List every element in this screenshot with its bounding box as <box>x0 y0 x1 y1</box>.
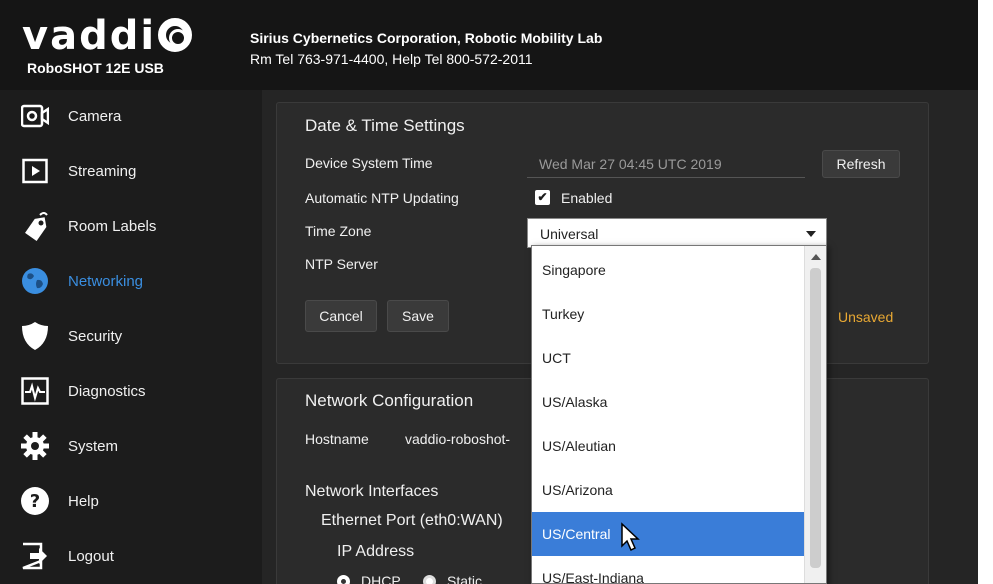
sidebar-item-logout[interactable]: Logout <box>0 536 245 576</box>
sidebar-item-label: Logout <box>68 547 114 565</box>
chevron-down-icon <box>806 231 816 237</box>
network-title: Network Configuration <box>305 391 474 410</box>
pulse-icon <box>20 376 50 406</box>
device-model: RoboSHOT 12E USB <box>27 60 164 76</box>
timezone-dropdown-list: Singapore Turkey UCT US/Alaska US/Aleuti… <box>531 245 827 584</box>
company-name: Sirius Cybernetics Corporation, Robotic … <box>250 30 603 46</box>
timezone-option-highlighted[interactable]: US/Central <box>532 512 804 556</box>
mouse-cursor-icon <box>621 522 640 552</box>
hostname-input[interactable]: vaddio-roboshot- <box>397 425 537 453</box>
datetime-title: Date & Time Settings <box>305 116 465 135</box>
sidebar-item-camera[interactable]: Camera <box>0 96 245 136</box>
dhcp-radio[interactable] <box>337 575 350 584</box>
shield-icon <box>20 321 50 351</box>
ntp-server-label: NTP Server <box>305 256 378 272</box>
sidebar-item-label: Room Labels <box>68 217 157 235</box>
timezone-label: Time Zone <box>305 223 372 239</box>
cancel-button[interactable]: Cancel <box>305 300 377 332</box>
timezone-option[interactable]: US/Aleutian <box>532 424 804 468</box>
interfaces-heading: Network Interfaces <box>305 483 439 500</box>
app-window: vaddi RoboSHOT 12E USB Sirius Cybernetic… <box>0 0 978 584</box>
ip-address-heading: IP Address <box>337 543 415 560</box>
gear-icon <box>20 431 50 461</box>
phone-numbers: Rm Tel 763-971-4400, Help Tel 800-572-20… <box>250 51 533 67</box>
svg-text:?: ? <box>30 491 40 512</box>
timezone-option[interactable]: US/East-Indiana <box>532 556 804 583</box>
camera-icon <box>20 101 50 131</box>
header: vaddi RoboSHOT 12E USB Sirius Cybernetic… <box>0 0 978 90</box>
ethernet-port-heading: Ethernet Port (eth0:WAN) <box>321 512 503 529</box>
timezone-option[interactable]: Singapore <box>532 248 804 292</box>
scrollbar-thumb[interactable] <box>810 268 821 568</box>
ntp-checkbox[interactable]: ✔ <box>535 190 550 205</box>
ntp-label: Automatic NTP Updating <box>305 190 459 206</box>
timezone-option[interactable]: US/Alaska <box>532 380 804 424</box>
logo-text: vadd <box>22 13 141 59</box>
tag-icon <box>20 211 50 241</box>
ntp-enabled-label: Enabled <box>561 190 613 206</box>
system-time-label: Device System Time <box>305 155 433 171</box>
globe-icon <box>20 266 50 296</box>
unsaved-status: Unsaved <box>838 309 894 325</box>
logo-ring <box>158 18 193 52</box>
system-time-value: Wed Mar 27 04:45 UTC 2019 <box>527 150 805 178</box>
sidebar-item-streaming[interactable]: Streaming <box>0 151 245 191</box>
sidebar-item-help[interactable]: ? Help <box>0 481 245 521</box>
sidebar-item-room-labels[interactable]: Room Labels <box>0 206 245 246</box>
timezone-option[interactable]: US/Arizona <box>532 468 804 512</box>
refresh-button[interactable]: Refresh <box>822 150 900 178</box>
save-button[interactable]: Save <box>387 300 449 332</box>
sidebar-item-label: Diagnostics <box>68 382 146 400</box>
timezone-option[interactable]: UCT <box>532 336 804 380</box>
sidebar-item-label: Streaming <box>68 162 137 180</box>
sidebar-item-security[interactable]: Security <box>0 316 245 356</box>
sidebar-item-system[interactable]: System <box>0 426 245 466</box>
sidebar-item-label: Networking <box>68 272 144 290</box>
sidebar-item-label: Help <box>68 492 99 510</box>
hostname-label: Hostname <box>305 431 369 447</box>
timezone-select[interactable]: Universal <box>527 218 827 248</box>
timezone-selected-value: Universal <box>540 226 599 242</box>
play-icon <box>20 156 50 186</box>
sidebar-item-networking[interactable]: Networking <box>0 261 245 301</box>
vaddio-logo: vaddi <box>22 13 193 59</box>
static-label: Static <box>447 573 483 584</box>
sidebar-item-label: Camera <box>68 107 122 125</box>
sidebar: Camera Streaming Room Labels Networking … <box>0 90 245 584</box>
scroll-up-arrow-icon[interactable] <box>811 254 821 260</box>
dhcp-label: DHCP <box>361 573 401 584</box>
help-icon: ? <box>20 486 50 516</box>
dropdown-scrollbar[interactable] <box>804 246 826 583</box>
static-radio[interactable] <box>423 575 436 584</box>
logout-icon <box>20 541 50 571</box>
sidebar-item-label: Security <box>68 327 123 345</box>
sidebar-item-label: System <box>68 437 119 455</box>
sidebar-item-diagnostics[interactable]: Diagnostics <box>0 371 245 411</box>
timezone-option[interactable]: Turkey <box>532 292 804 336</box>
